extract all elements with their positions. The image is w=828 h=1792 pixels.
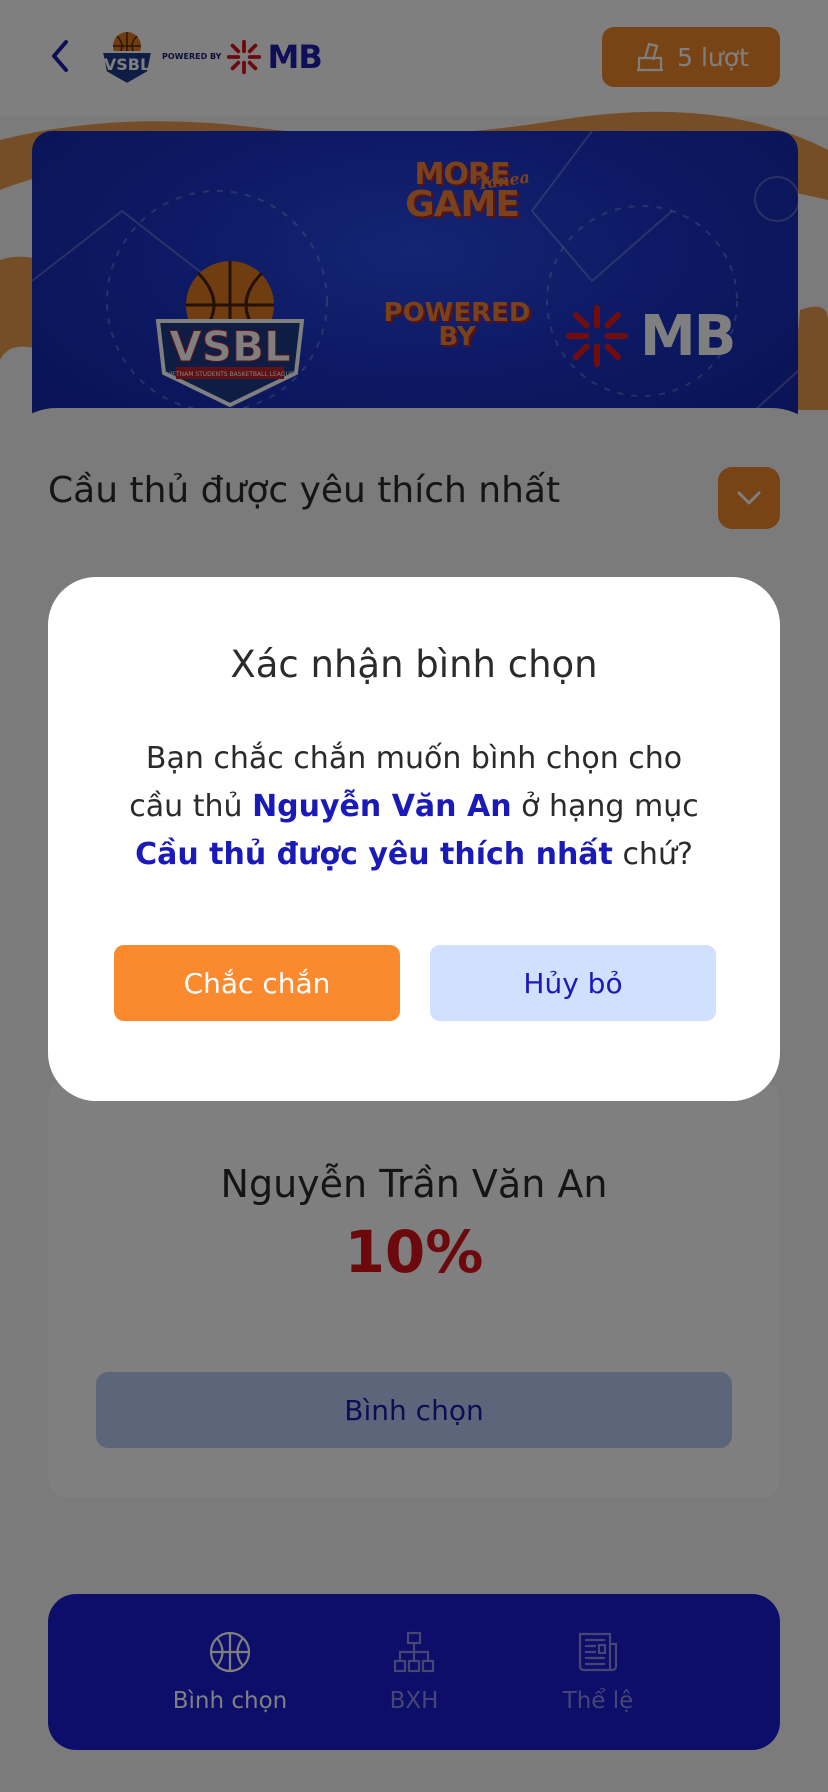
dialog-player-name: Nguyễn Văn An: [252, 789, 512, 824]
confirm-vote-dialog: Xác nhận bình chọn Bạn chắc chắn muốn bì…: [48, 577, 780, 1101]
confirm-button[interactable]: Chắc chắn: [114, 945, 400, 1021]
dialog-title: Xác nhận bình chọn: [230, 643, 598, 686]
dialog-message: Bạn chắc chắn muốn bình chọn cho cầu thủ…: [129, 741, 699, 872]
dialog-category: Cầu thủ được yêu thích nhất: [135, 837, 613, 872]
cancel-button[interactable]: Hủy bỏ: [430, 945, 716, 1021]
